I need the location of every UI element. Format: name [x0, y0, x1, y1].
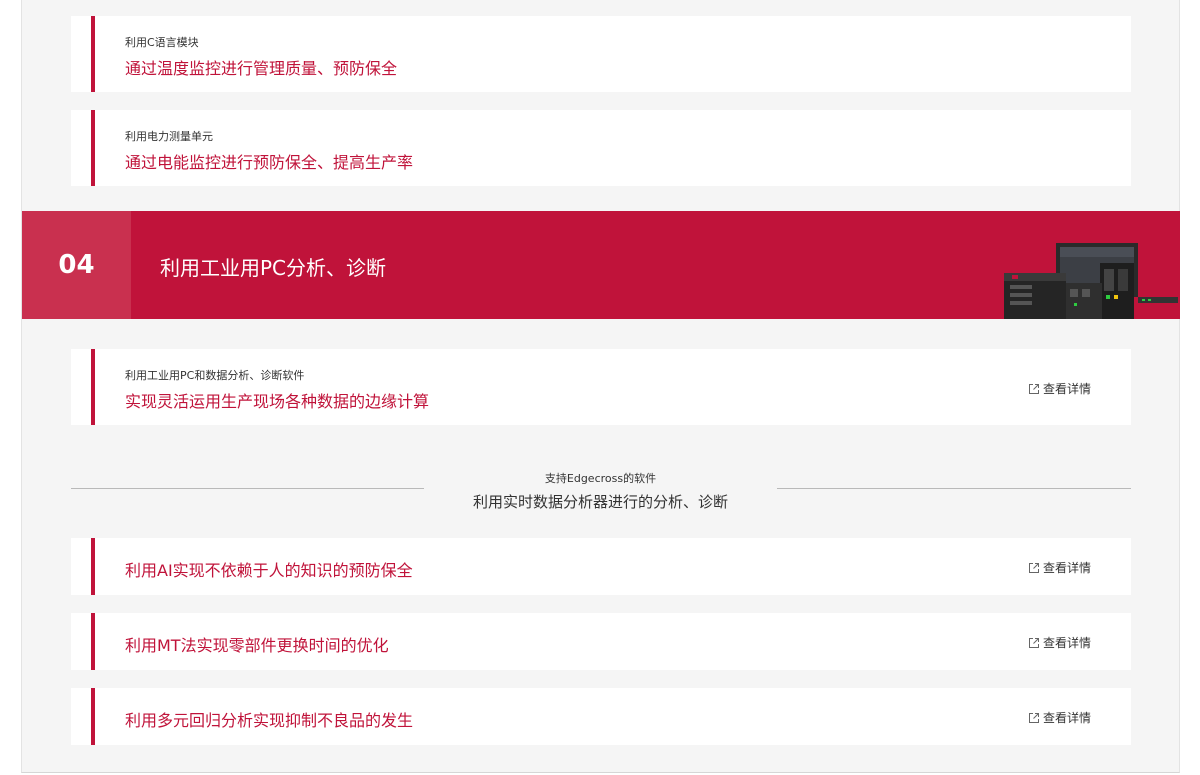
card-accent-bar [91, 613, 95, 670]
card-accent-bar [91, 110, 95, 186]
external-link-icon [1028, 562, 1039, 573]
industrial-pc-product-image [1004, 243, 1178, 319]
solution-card-ai[interactable]: 利用AI实现不依赖于人的知识的预防保全 查看详情 [71, 538, 1131, 595]
card-subtitle: 利用电力测量单元 [125, 130, 213, 143]
view-details-label: 查看详情 [1042, 561, 1091, 575]
view-details-link[interactable]: 查看详情 [1028, 380, 1091, 397]
card-title[interactable]: 利用MT法实现零部件更换时间的优化 [125, 632, 389, 656]
view-details-label: 查看详情 [1042, 711, 1091, 725]
card-accent-bar [91, 538, 95, 595]
card-accent-bar [91, 16, 95, 92]
card-title[interactable]: 利用多元回归分析实现抑制不良品的发生 [125, 707, 413, 731]
view-details-link[interactable]: 查看详情 [1028, 709, 1091, 726]
card-title[interactable]: 利用AI实现不依赖于人的知识的预防保全 [125, 557, 413, 581]
section-subheading: 支持Edgecross的软件 [544, 472, 657, 485]
section-title: 利用工业用PC分析、诊断 [160, 256, 387, 280]
io-module [1066, 283, 1102, 319]
external-link-icon [1028, 712, 1039, 723]
solution-card-edge-computing[interactable]: 利用工业用PC和数据分析、诊断软件 实现灵活运用生产现场各种数据的边缘计算 查看… [71, 349, 1131, 425]
divider-right [777, 488, 1131, 489]
card-title[interactable]: 通过电能监控进行预防保全、提高生产率 [125, 149, 413, 173]
external-link-icon [1028, 637, 1039, 648]
section-banner: 04 利用工业用PC分析、诊断 [22, 211, 1180, 319]
page: 利用C语言模块 通过温度监控进行管理质量、预防保全 利用电力测量单元 通过电能监… [0, 0, 1200, 775]
view-details-link[interactable]: 查看详情 [1028, 559, 1091, 576]
view-details-label: 查看详情 [1042, 636, 1091, 650]
card-accent-bar [91, 349, 95, 425]
card-accent-bar [91, 688, 95, 745]
card-title[interactable]: 通过温度监控进行管理质量、预防保全 [125, 55, 397, 79]
card-subtitle: 利用工业用PC和数据分析、诊断软件 [125, 369, 305, 382]
card-subtitle: 利用C语言模块 [125, 36, 199, 49]
solution-card-regression[interactable]: 利用多元回归分析实现抑制不良品的发生 查看详情 [71, 688, 1131, 745]
external-link-icon [1028, 383, 1039, 394]
section-number-box: 04 [22, 211, 131, 319]
card-title[interactable]: 实现灵活运用生产现场各种数据的边缘计算 [125, 388, 429, 412]
section-number: 04 [58, 250, 95, 280]
view-details-label: 查看详情 [1042, 382, 1091, 396]
divider-left [71, 488, 424, 489]
solution-card-energy[interactable]: 利用电力测量单元 通过电能监控进行预防保全、提高生产率 [71, 110, 1131, 186]
solution-card-mt-method[interactable]: 利用MT法实现零部件更换时间的优化 查看详情 [71, 613, 1131, 670]
solution-card-temperature[interactable]: 利用C语言模块 通过温度监控进行管理质量、预防保全 [71, 16, 1131, 92]
section-heading: 利用实时数据分析器进行的分析、诊断 [472, 493, 728, 511]
view-details-link[interactable]: 查看详情 [1028, 634, 1091, 651]
